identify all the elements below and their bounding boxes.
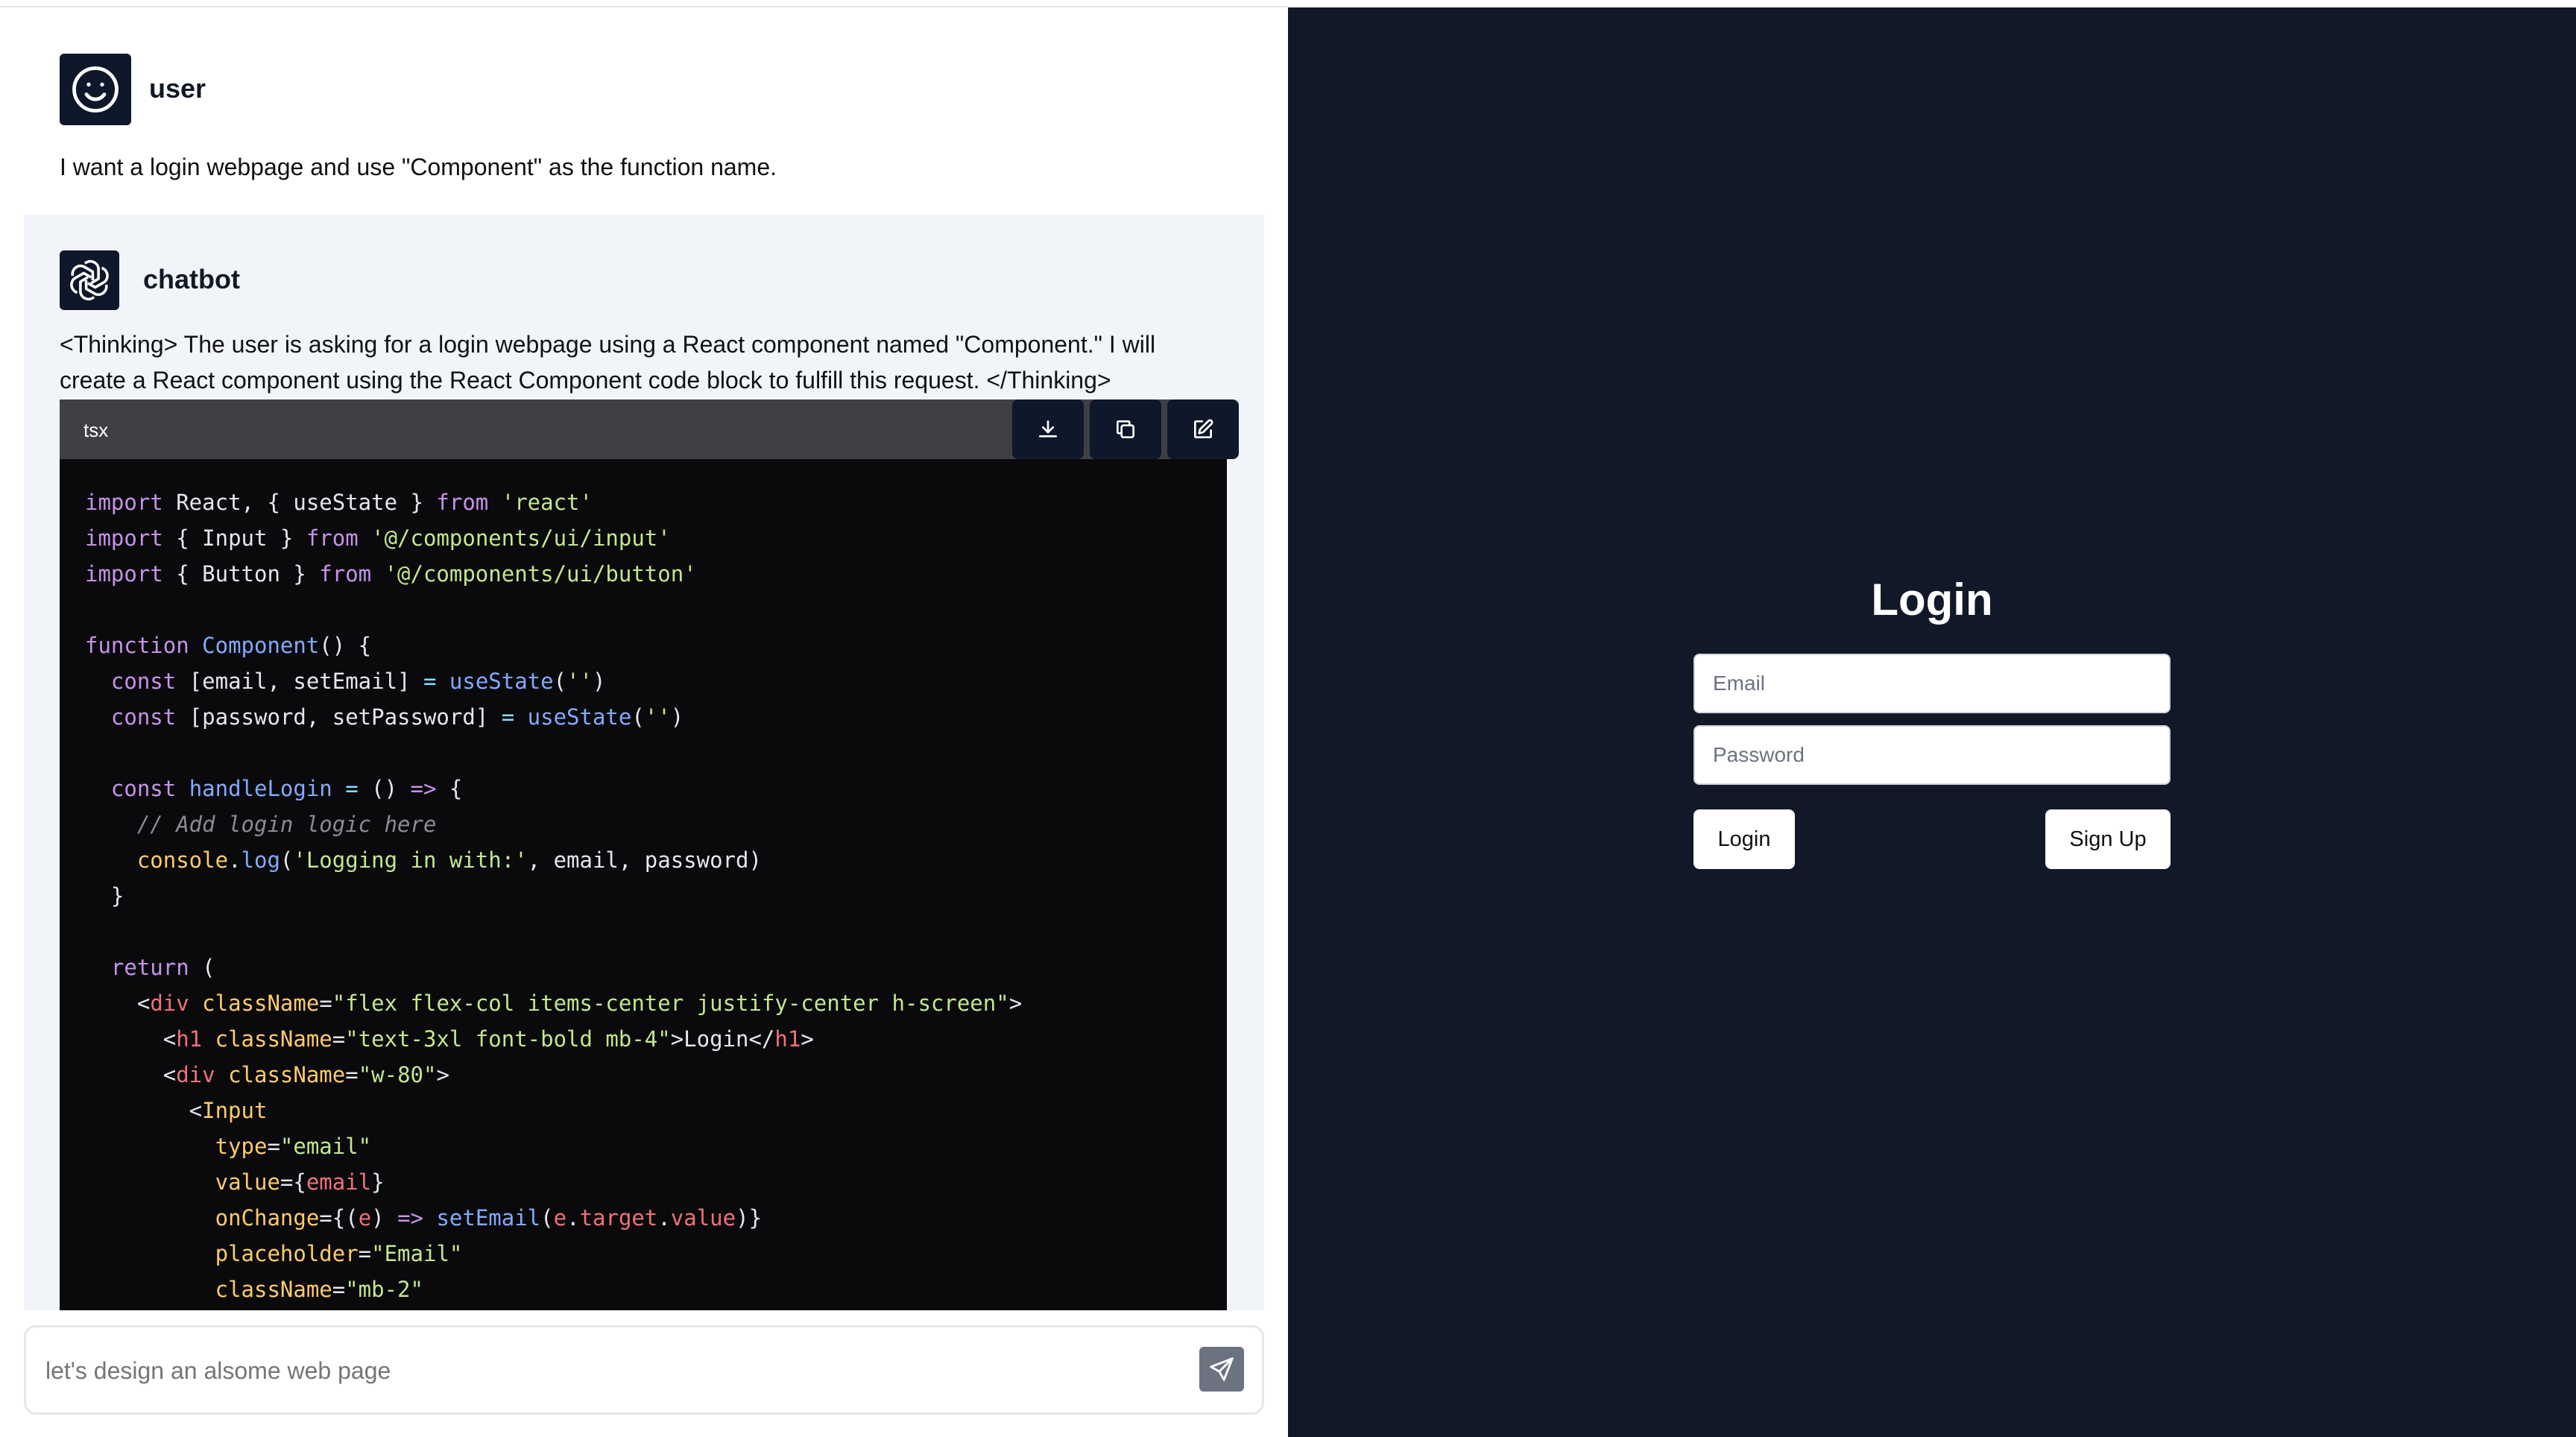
- user-avatar: [60, 54, 131, 125]
- send-icon: [1210, 1357, 1234, 1381]
- user-name: user: [149, 73, 206, 104]
- code-line: <Input: [85, 1098, 268, 1123]
- signup-button[interactable]: Sign Up: [2045, 809, 2171, 869]
- edit-icon: [1194, 419, 1213, 438]
- code-content: import React, { useState } from 'react' i…: [85, 484, 1022, 1307]
- code-line: onChange={(e) => setEmail(e.target.value…: [215, 1205, 763, 1231]
- email-field[interactable]: [1695, 655, 2169, 712]
- download-button[interactable]: [1012, 399, 1084, 459]
- code-line: className="mb-2": [215, 1277, 423, 1302]
- bot-avatar: [60, 250, 119, 310]
- bot-message: chatbot <Thinking> The user is asking fo…: [24, 215, 1264, 1310]
- top-border: [0, 0, 1288, 7]
- code-line: import { Input } from '@/components/ui/i…: [85, 525, 671, 551]
- user-message-text: I want a login webpage and use "Componen…: [60, 154, 777, 180]
- code-line: <h1 className="text-3xl font-bold mb-4">…: [85, 1026, 814, 1052]
- code-line: const handleLogin = () => {: [110, 776, 463, 801]
- smiley-icon: [72, 66, 119, 113]
- chat-input[interactable]: [45, 1350, 1164, 1392]
- password-field[interactable]: [1695, 727, 2169, 783]
- code-line: return (: [110, 955, 215, 980]
- code-block: tsx import React, { useState} from 'rea…: [60, 399, 1239, 1310]
- code-line: <div className="flex flex-col items-cent…: [85, 991, 1023, 1016]
- code-language-label: tsx: [83, 419, 109, 441]
- login-button[interactable]: Login: [1693, 809, 1795, 869]
- code-line: console.log('Logging in with:', email, p…: [136, 847, 762, 873]
- password-field-container: [1693, 725, 2171, 785]
- code-header: tsx: [60, 399, 1239, 459]
- code-line: import React, { useState } from 'react': [85, 490, 593, 515]
- user-message: user I want a login webpage and use "Com…: [24, 7, 1264, 215]
- code-line: const [password, setPassword] = useState…: [110, 704, 684, 730]
- login-title: Login: [1871, 575, 1993, 625]
- code-line: value={email}: [215, 1169, 385, 1195]
- edit-button[interactable]: [1167, 399, 1239, 459]
- code-line: function Component() {: [85, 633, 372, 658]
- bot-name: chatbot: [143, 264, 240, 294]
- bot-message-text: <Thinking> The user is asking for a logi…: [60, 331, 1156, 394]
- openai-logo-icon: [70, 259, 109, 301]
- code-line: placeholder="Email": [215, 1241, 463, 1266]
- code-line: import { Button } from '@/components/ui/…: [85, 561, 697, 587]
- download-icon: [1039, 420, 1057, 438]
- code-line: type="email": [215, 1134, 372, 1159]
- code-line: <div className="w-80">: [85, 1062, 449, 1087]
- chat-input-container: [24, 1325, 1264, 1415]
- copy-icon: [1117, 420, 1134, 438]
- preview-pane: Login Login Sign Up: [1288, 7, 2576, 1437]
- copy-button[interactable]: [1090, 399, 1161, 459]
- chat-pane: user I want a login webpage and use "Com…: [0, 7, 1288, 1437]
- code-line: const [email, setEmail] = useState(''): [110, 669, 606, 694]
- send-button[interactable]: [1199, 1347, 1244, 1392]
- code-line: }: [85, 883, 124, 909]
- email-field-container: [1693, 654, 2171, 713]
- code-line: // Add login logic here: [136, 812, 437, 837]
